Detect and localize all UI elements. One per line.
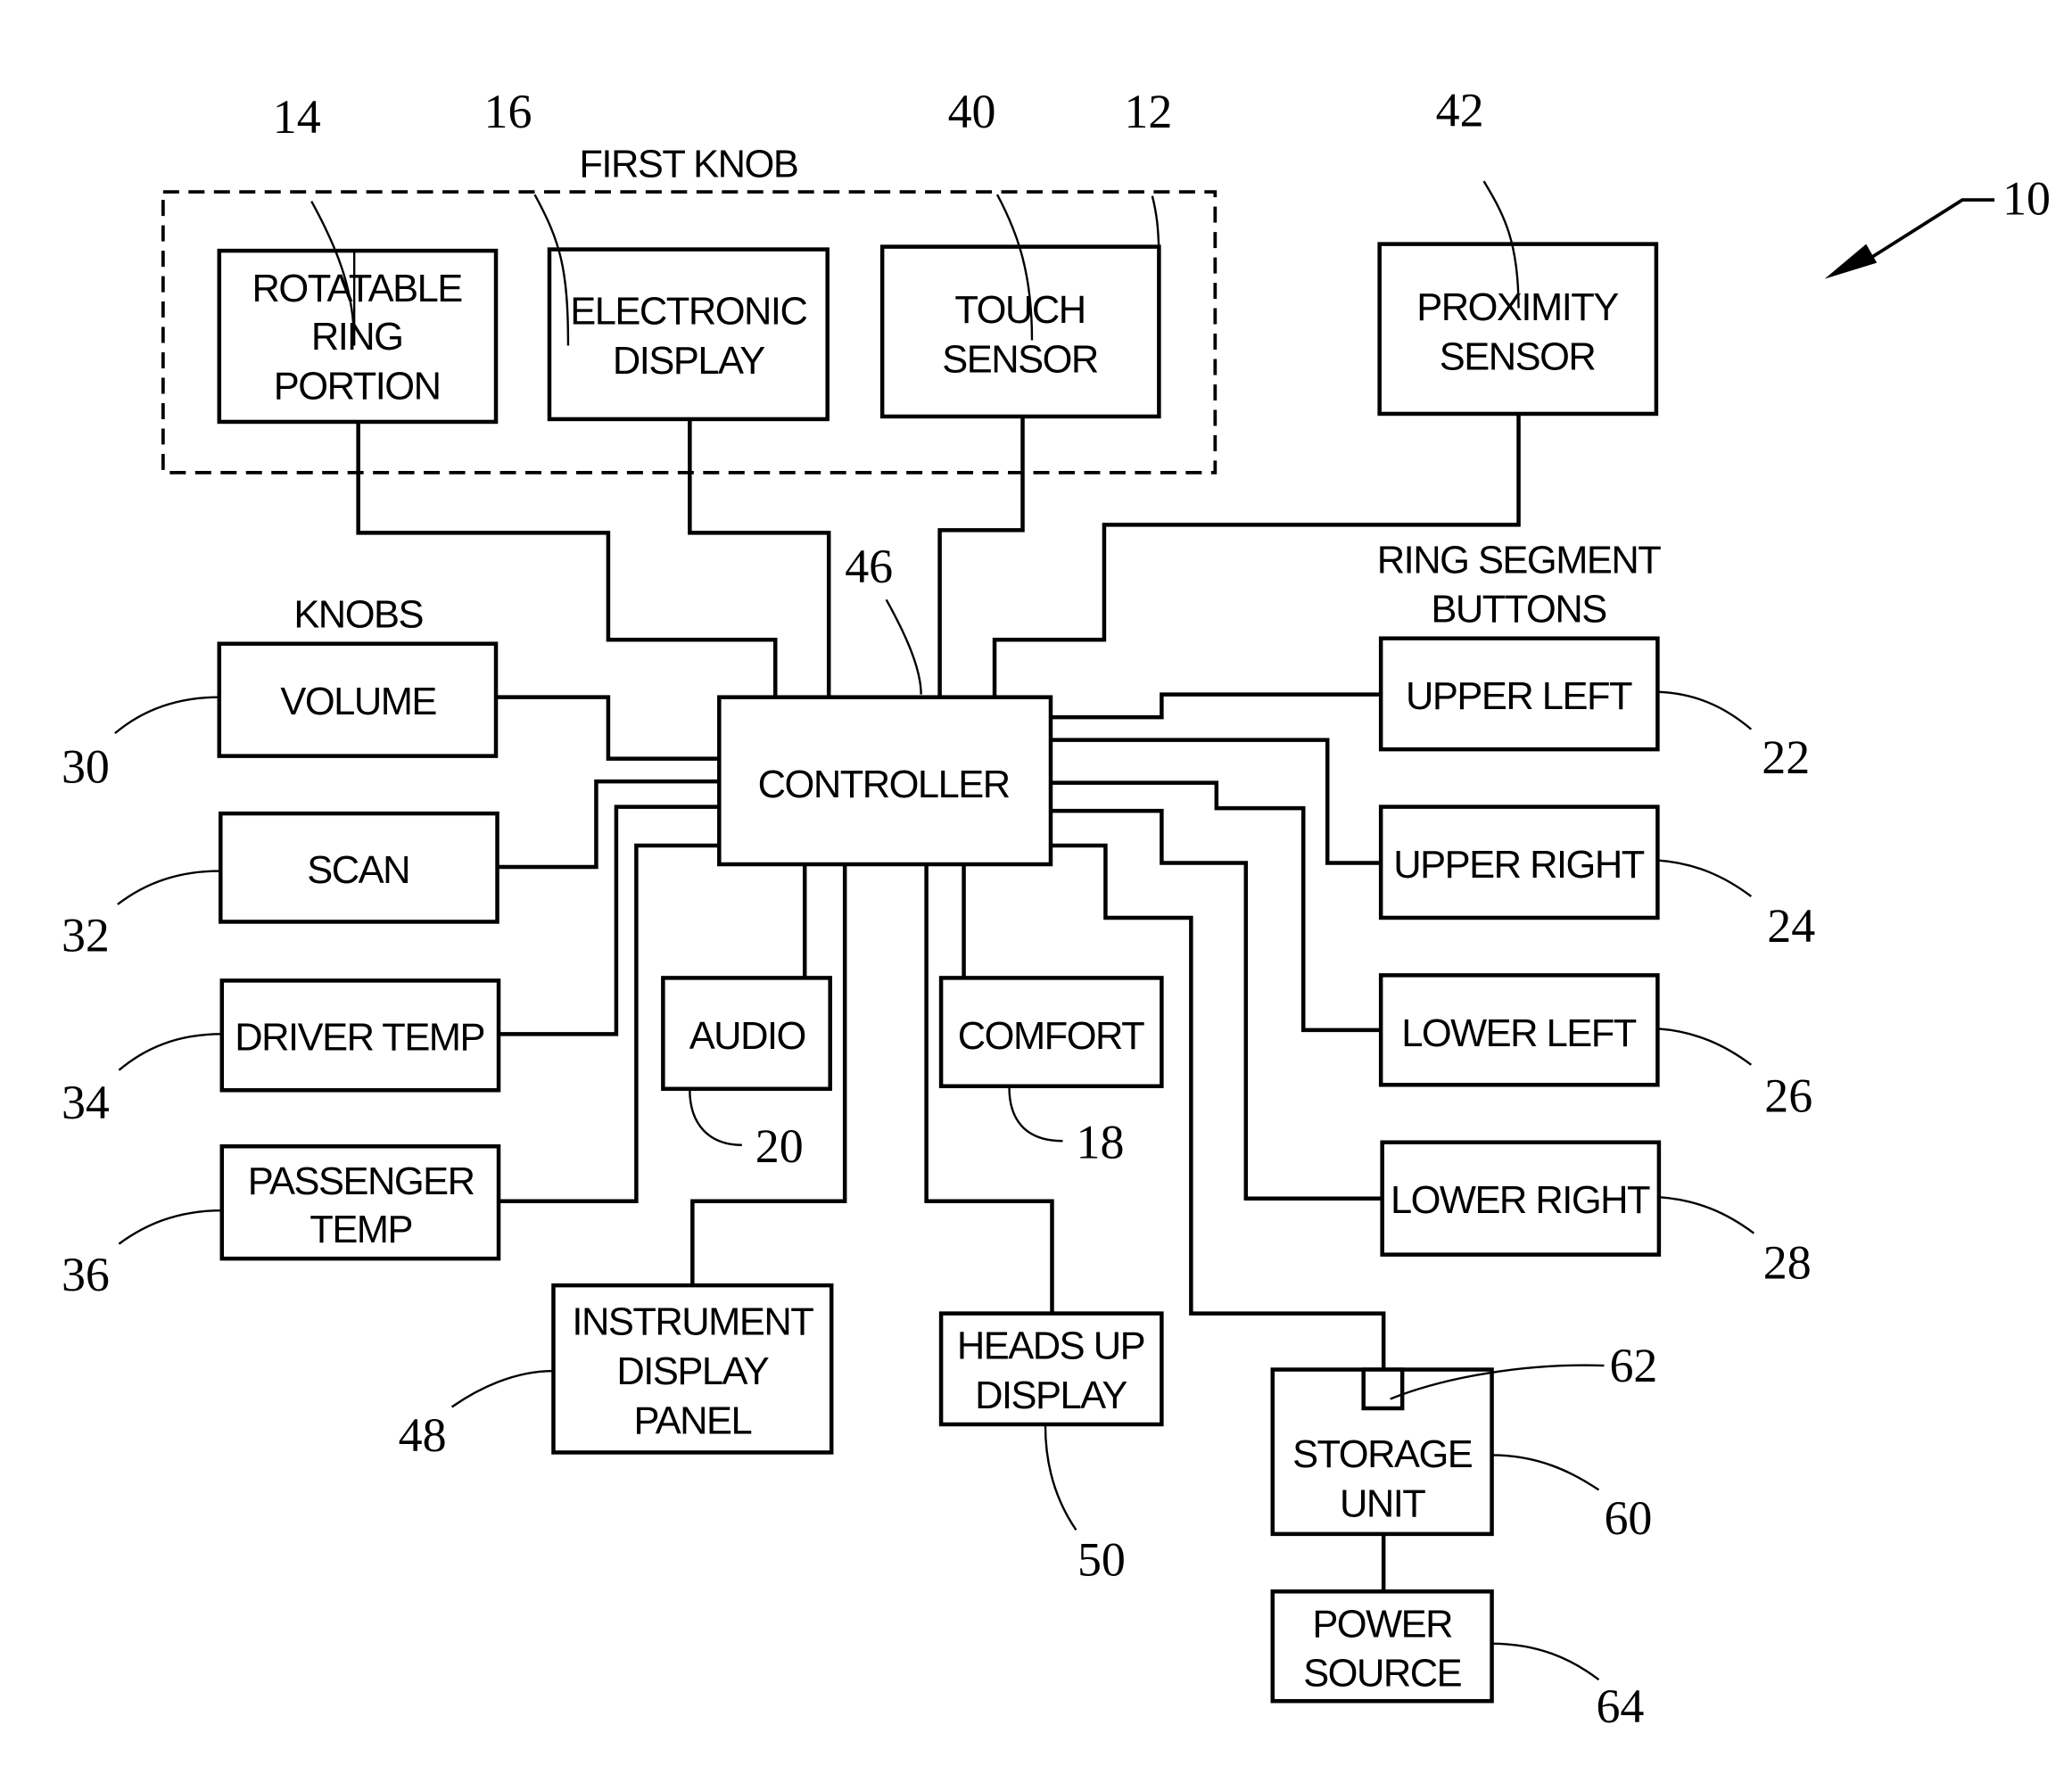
svg-text:DISPLAY: DISPLAY — [613, 340, 765, 383]
svg-text:AUDIO: AUDIO — [689, 1015, 805, 1058]
wire-scan — [497, 779, 720, 870]
svg-text:COMFORT: COMFORT — [958, 1015, 1144, 1058]
block-volume: VOLUME — [217, 641, 499, 758]
svg-text:DRIVER TEMP: DRIVER TEMP — [235, 1016, 484, 1059]
svg-text:DISPLAY: DISPLAY — [616, 1350, 769, 1393]
ref-64: 64 — [1596, 1679, 1644, 1733]
svg-text:RING: RING — [311, 316, 403, 359]
ref-14: 14 — [273, 90, 321, 144]
svg-text:POWER: POWER — [1312, 1603, 1452, 1646]
ref-50: 50 — [1077, 1532, 1126, 1586]
wire-volume — [497, 695, 720, 761]
block-diagram: FIRST KNOB ROTATABLE RING PORTION ELECTR… — [62, 84, 2051, 1733]
ref-22: 22 — [1762, 730, 1810, 784]
ref-12: 12 — [1124, 85, 1172, 138]
svg-text:STORAGE: STORAGE — [1292, 1433, 1473, 1476]
wire-upper-left — [1050, 692, 1382, 720]
block-comfort: COMFORT — [938, 976, 1164, 1089]
svg-text:UPPER LEFT: UPPER LEFT — [1406, 675, 1632, 718]
svg-text:UPPER RIGHT: UPPER RIGHT — [1393, 844, 1644, 887]
block-upper-left: UPPER LEFT — [1378, 636, 1660, 752]
block-storage-unit: STORAGE UNIT — [1270, 1367, 1494, 1537]
svg-text:HEADS UP: HEADS UP — [957, 1325, 1144, 1368]
svg-text:SOURCE: SOURCE — [1303, 1653, 1461, 1696]
svg-text:INSTRUMENT: INSTRUMENT — [572, 1301, 813, 1344]
svg-text:LOWER LEFT: LOWER LEFT — [1401, 1012, 1637, 1055]
ref-24: 24 — [1767, 899, 1815, 953]
wire-heads-up — [924, 864, 1054, 1313]
svg-text:DISPLAY: DISPLAY — [975, 1374, 1127, 1417]
block-power-source: POWER SOURCE — [1270, 1589, 1494, 1704]
svg-text:SCAN: SCAN — [307, 849, 409, 892]
ref-26: 26 — [1764, 1069, 1812, 1122]
block-lower-right: LOWER RIGHT — [1380, 1140, 1662, 1257]
figure-reference-arrow-icon — [1824, 198, 1995, 279]
block-upper-right: UPPER RIGHT — [1378, 805, 1660, 920]
ref-60: 60 — [1604, 1491, 1652, 1545]
block-rotatable-ring: ROTATABLE RING PORTION — [217, 248, 499, 425]
svg-text:PASSENGER: PASSENGER — [248, 1160, 475, 1203]
ref-18: 18 — [1076, 1116, 1124, 1169]
block-proximity-sensor: PROXIMITY SENSOR — [1377, 242, 1659, 417]
wire-storage-unit — [1050, 843, 1386, 1370]
block-electronic-display: ELECTRONIC DISPLAY — [547, 247, 830, 422]
svg-text:ROTATABLE: ROTATABLE — [252, 268, 463, 310]
ref-40: 40 — [948, 85, 996, 138]
svg-text:ELECTRONIC: ELECTRONIC — [570, 291, 806, 334]
ref-46: 46 — [845, 540, 893, 593]
ref-34: 34 — [62, 1076, 110, 1129]
ref-10: 10 — [2002, 172, 2051, 226]
svg-text:PANEL: PANEL — [633, 1399, 751, 1442]
ref-62: 62 — [1609, 1339, 1657, 1392]
block-audio: AUDIO — [661, 976, 832, 1092]
ref-20: 20 — [755, 1119, 804, 1173]
ref-36: 36 — [62, 1248, 110, 1301]
ref-48: 48 — [399, 1408, 447, 1462]
svg-text:TEMP: TEMP — [310, 1209, 412, 1251]
knobs-caption: KNOBS — [293, 594, 423, 637]
block-scan: SCAN — [219, 811, 499, 924]
svg-text:UNIT: UNIT — [1340, 1482, 1425, 1525]
ref-28: 28 — [1763, 1236, 1812, 1290]
block-touch-sensor: TOUCH SENSOR — [879, 244, 1161, 419]
block-passenger-temp: PASSENGER TEMP — [219, 1143, 501, 1261]
storage-port — [1361, 1367, 1405, 1411]
ring-segment-caption-line1: RING SEGMENT — [1377, 539, 1662, 582]
ref-30: 30 — [62, 740, 110, 794]
ref-16: 16 — [484, 85, 532, 138]
svg-text:CONTROLLER: CONTROLLER — [758, 763, 1010, 806]
block-driver-temp: DRIVER TEMP — [219, 978, 501, 1093]
svg-text:LOWER RIGHT: LOWER RIGHT — [1391, 1179, 1650, 1222]
svg-text:VOLUME: VOLUME — [280, 681, 436, 723]
ring-segment-caption-line2: BUTTONS — [1431, 589, 1606, 631]
wire-electronic-display — [688, 418, 831, 697]
block-instrument-display-panel: INSTRUMENT DISPLAY PANEL — [551, 1283, 834, 1455]
first-knob-caption: FIRST KNOB — [579, 144, 797, 186]
ref-42: 42 — [1436, 84, 1484, 137]
ref-32: 32 — [62, 908, 110, 961]
svg-text:PORTION: PORTION — [274, 365, 441, 408]
svg-text:SENSOR: SENSOR — [942, 338, 1098, 381]
block-controller: CONTROLLER — [717, 695, 1053, 867]
block-heads-up-display: HEADS UP DISPLAY — [938, 1311, 1164, 1427]
wire-touch-sensor — [937, 416, 1025, 697]
svg-text:TOUCH: TOUCH — [954, 289, 1085, 332]
block-lower-left: LOWER LEFT — [1378, 973, 1660, 1087]
svg-text:SENSOR: SENSOR — [1440, 335, 1596, 378]
